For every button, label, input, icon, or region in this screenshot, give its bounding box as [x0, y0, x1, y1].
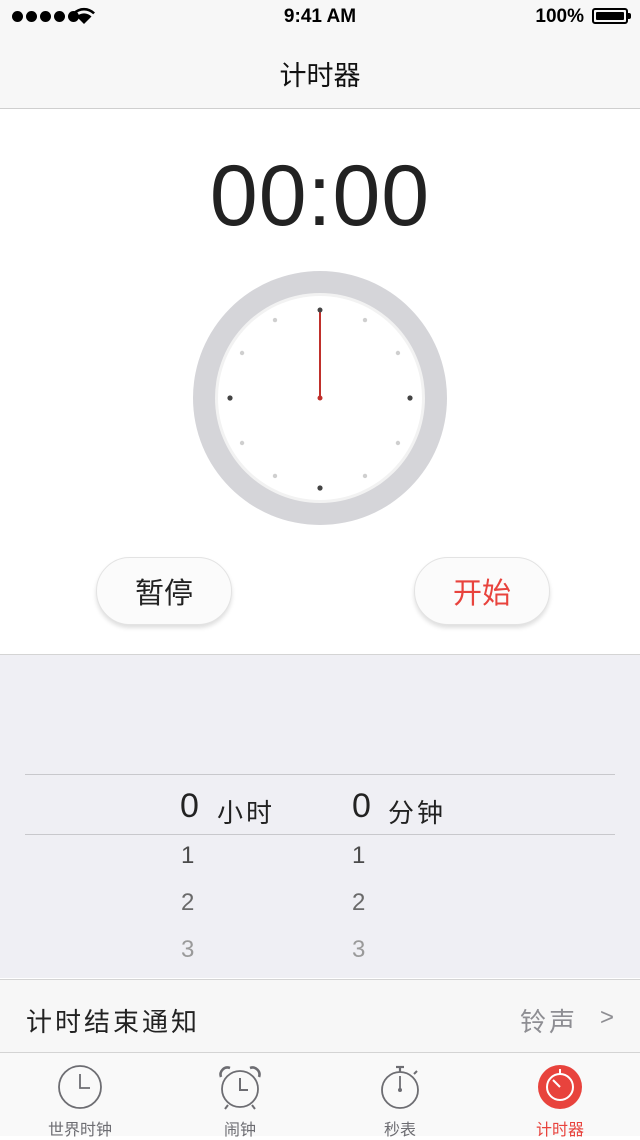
- tab-label: 计时器: [535, 1122, 584, 1139]
- tab-label: 秒表: [383, 1122, 416, 1139]
- picker-divider-top: [25, 774, 615, 775]
- hours-selected-value: 0: [180, 787, 199, 825]
- navigation-bar: 计时器: [0, 34, 640, 109]
- ringtone-value: 铃声: [519, 1007, 578, 1037]
- tab-alarm[interactable]: 闹钟: [160, 1053, 320, 1139]
- chevron-right-icon: >: [599, 1004, 614, 1031]
- page-title: 计时器: [279, 61, 361, 91]
- dial-tick: [362, 317, 368, 323]
- dial-tick: [395, 440, 401, 446]
- battery-icon: [592, 8, 631, 24]
- notification-label: 计时结束通知: [26, 1007, 201, 1037]
- dial-tick: [272, 317, 278, 323]
- tab-label: 闹钟: [223, 1122, 256, 1139]
- dial-tick: [407, 395, 413, 401]
- timer-area: 00:00 暂停 开始: [0, 109, 640, 655]
- dial-tick: [239, 440, 245, 446]
- picker-divider-bottom: [25, 834, 615, 835]
- tab-world-clock[interactable]: 世界时钟: [0, 1053, 160, 1139]
- timer-dial: [193, 271, 447, 525]
- pause-button[interactable]: 暂停: [96, 557, 232, 625]
- dial-tick: [227, 395, 233, 401]
- hours-option[interactable]: 2: [181, 889, 194, 917]
- timer-end-notification-row[interactable]: 计时结束通知 铃声 >: [0, 979, 640, 1053]
- battery-percentage: 100%: [535, 6, 584, 27]
- start-button[interactable]: 开始: [414, 557, 550, 625]
- hours-unit-label: 小时: [217, 798, 276, 828]
- tab-label: 世界时钟: [47, 1122, 112, 1139]
- minutes-option[interactable]: 3: [352, 936, 365, 964]
- dial-tick: [317, 485, 323, 491]
- hours-option[interactable]: 1: [181, 842, 194, 870]
- countdown-display: 00:00: [209, 148, 431, 244]
- timer-icon: [538, 1065, 582, 1109]
- status-bar: 9:41 AM 100%: [0, 0, 640, 34]
- duration-picker[interactable]: 0 小时 1 2 3 0 分钟 1 2 3: [0, 655, 640, 978]
- dial-tick: [239, 350, 245, 356]
- tab-stopwatch[interactable]: 秒表: [320, 1053, 480, 1139]
- dial-tick: [272, 473, 278, 479]
- stopwatch-icon: [381, 1065, 419, 1109]
- dial-tick: [395, 350, 401, 356]
- minutes-option[interactable]: 2: [352, 889, 365, 917]
- minutes-option[interactable]: 1: [352, 842, 365, 870]
- minutes-unit-label: 分钟: [388, 798, 447, 828]
- alarm-icon: [219, 1066, 261, 1110]
- world-clock-icon: [58, 1065, 102, 1109]
- minutes-selected-value: 0: [352, 787, 371, 825]
- dial-tick: [362, 473, 368, 479]
- tab-timer[interactable]: 计时器: [480, 1053, 640, 1139]
- hours-option[interactable]: 3: [181, 936, 194, 964]
- tab-bar: 世界时钟 闹钟 秒表 计时器: [0, 1053, 640, 1139]
